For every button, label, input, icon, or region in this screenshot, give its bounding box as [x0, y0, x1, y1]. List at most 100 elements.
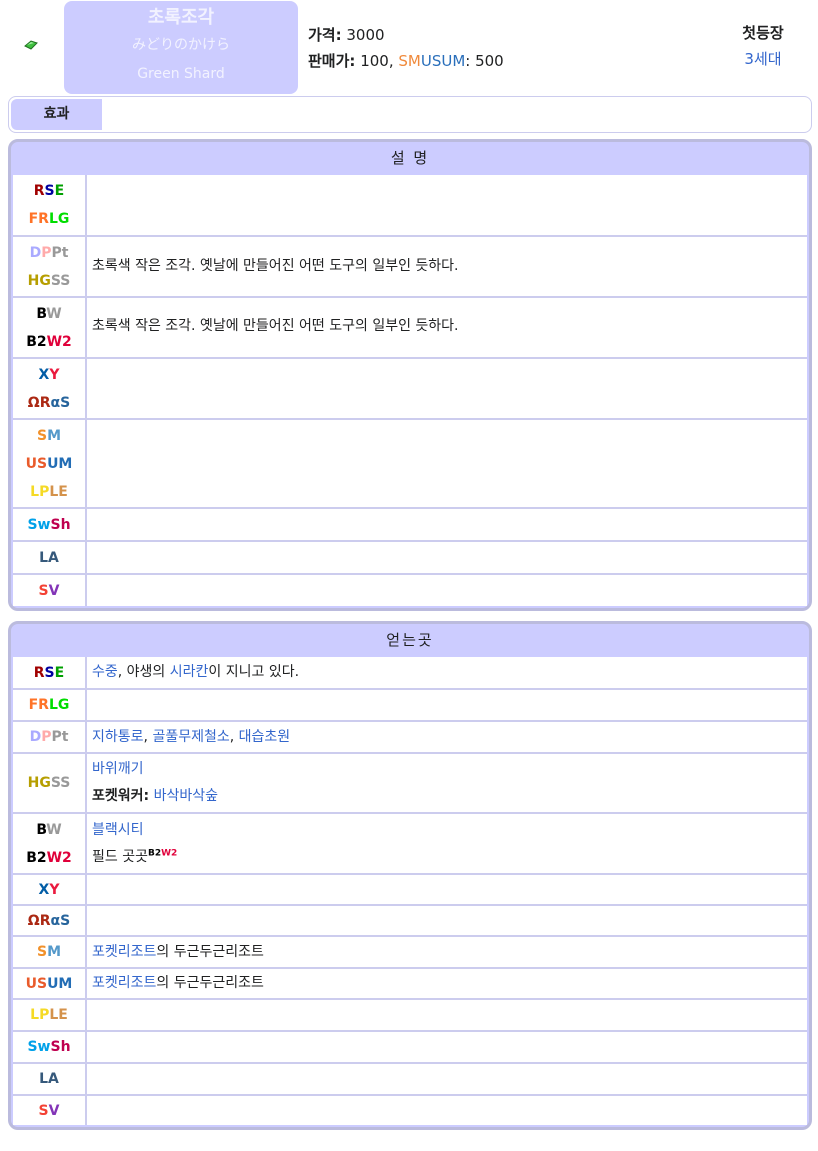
game-label-rse-frlg: RSE FRLG [13, 175, 87, 235]
game-label-oras: ΩRαS [13, 906, 87, 935]
price-line: 가격: 3000 [308, 22, 504, 48]
description-text [87, 359, 807, 418]
location-text [87, 1064, 807, 1094]
description-row-sv: SV [13, 573, 807, 606]
game-label-bw-b2w2: BW B2W2 [13, 814, 87, 873]
sup-b2: B2 [147, 847, 162, 858]
effect-bar: 효과 [8, 96, 812, 133]
location-text: 수중, 야생의 시라칸이 지니고 있다. [92, 664, 300, 680]
location-link-rock-smash[interactable]: 바위깨기 [92, 761, 144, 777]
game-label-usum: USUM [13, 969, 87, 998]
location-row-frlg: FRLG [13, 688, 807, 720]
location-row-bw-b2w2: BW B2W2 블랙시티 필드 곳곳B2W2 [13, 812, 807, 873]
description-panel: 설 명 RSE FRLG DPPt HGSS 초록색 작은 조각. 옛날에 만들… [8, 139, 812, 611]
game-label-lple: LPLE [13, 1000, 87, 1030]
first-appearance: 첫등장 3세대 [720, 20, 806, 72]
game-label-la: LA [13, 1064, 87, 1094]
location-row-la: LA [13, 1062, 807, 1094]
game-label-swsh: SwSh [13, 1032, 87, 1062]
effect-label: 효과 [11, 99, 102, 130]
description-row-dppt-hgss: DPPt HGSS 초록색 작은 조각. 옛날에 만들어진 어떤 도구의 일부인… [13, 235, 807, 296]
description-row-bw-b2w2: BW B2W2 초록색 작은 조각. 옛날에 만들어진 어떤 도구의 일부인 듯… [13, 296, 807, 357]
description-text [87, 420, 807, 507]
sup-w2: W2 [161, 847, 178, 858]
location-link-great-marsh[interactable]: 대습초원 [239, 729, 291, 745]
sell-game-sm: SM [398, 52, 421, 70]
description-row-swsh: SwSh [13, 507, 807, 540]
location-text [87, 875, 807, 904]
sell-game-usum: USUM [420, 52, 466, 70]
game-label-swsh: SwSh [13, 509, 87, 540]
location-row-sv: SV [13, 1094, 807, 1125]
sell-price-line: 판매가: 100, SMUSUM: 500 [308, 48, 504, 74]
location-title: 얻는곳 [386, 631, 434, 649]
game-label-dppt-hgss: DPPt HGSS [13, 237, 87, 296]
location-row-hgss: HGSS 바위깨기 포켓워커: 바삭바삭숲 [13, 752, 807, 812]
game-label-rse: RSE [13, 657, 87, 688]
description-row-rse-frlg: RSE FRLG [13, 175, 807, 235]
sell-price-value: 100, [360, 52, 394, 70]
location-row-swsh: SwSh [13, 1030, 807, 1062]
pokemon-link-relicanth[interactable]: 시라칸 [170, 664, 209, 680]
description-title: 설 명 [390, 149, 430, 167]
description-text: 초록색 작은 조각. 옛날에 만들어진 어떤 도구의 일부인 듯하다. [92, 318, 459, 334]
description-row-xy-oras: XY ΩRαS [13, 357, 807, 418]
location-text: 포켓리조트의 두근두근리조트 [92, 943, 264, 960]
location-row-xy: XY [13, 873, 807, 904]
green-shard-icon [24, 40, 38, 50]
location-row-sm: SM 포켓리조트의 두근두근리조트 [13, 935, 807, 967]
location-rows: RSE 수중, 야생의 시라칸이 지니고 있다. FRLG DPPt 지하통로,… [13, 657, 807, 1125]
game-label-sv: SV [13, 1096, 87, 1125]
location-link-poke-pelago[interactable]: 포켓리조트 [92, 944, 156, 960]
game-label-xy: XY [13, 875, 87, 904]
game-label-frlg: FRLG [13, 690, 87, 720]
location-text [87, 690, 807, 720]
location-link-black-city[interactable]: 블랙시티 [92, 822, 144, 838]
sell-price-label: 판매가: [308, 52, 356, 70]
first-appearance-label: 첫등장 [742, 24, 784, 42]
description-text [87, 175, 807, 235]
game-label-hgss: HGSS [13, 754, 87, 812]
price-value: 3000 [346, 26, 385, 44]
pokewalker-label: 포켓워커: [92, 788, 150, 804]
description-text: 초록색 작은 조각. 옛날에 만들어진 어떤 도구의 일부인 듯하다. [92, 258, 459, 274]
location-panel: 얻는곳 RSE 수중, 야생의 시라칸이 지니고 있다. FRLG DPPt 지… [8, 621, 812, 1130]
game-label-la: LA [13, 542, 87, 573]
location-text: 블랙시티 필드 곳곳B2W2 [92, 821, 178, 865]
location-link-ironworks[interactable]: 골풀무제철소 [152, 729, 229, 745]
game-label-xy-oras: XY ΩRαS [13, 359, 87, 418]
game-label-bw-b2w2: BW B2W2 [13, 298, 87, 357]
location-link-underground[interactable]: 지하통로 [92, 729, 144, 745]
location-text: 지하통로, 골풀무제철소, 대습초원 [92, 728, 291, 745]
location-row-rse: RSE 수중, 야생의 시라칸이 지니고 있다. [13, 657, 807, 688]
location-text [87, 1032, 807, 1062]
item-name-english: Green Shard [137, 66, 225, 82]
price-info: 가격: 3000 판매가: 100, SMUSUM: 500 [308, 22, 504, 74]
location-text [87, 1000, 807, 1030]
item-name-box: 초록조각 みどりのかけら Green Shard [64, 1, 298, 94]
location-row-lple: LPLE [13, 998, 807, 1030]
location-text [87, 906, 807, 935]
item-header: 초록조각 みどりのかけら Green Shard 가격: 3000 판매가: 1… [0, 0, 818, 96]
description-rows: RSE FRLG DPPt HGSS 초록색 작은 조각. 옛날에 만들어진 어… [13, 175, 807, 606]
location-link-rugged-forest[interactable]: 바삭바삭숲 [154, 788, 218, 804]
location-link-poke-pelago[interactable]: 포켓리조트 [92, 975, 156, 991]
game-label-dppt: DPPt [13, 722, 87, 752]
location-link-underwater[interactable]: 수중 [92, 664, 118, 680]
location-text: 바위깨기 포켓워커: 바삭바삭숲 [87, 754, 807, 812]
sell-game-value: : 500 [465, 52, 504, 70]
location-text: 포켓리조트의 두근두근리조트 [92, 975, 264, 991]
location-text [87, 1096, 807, 1125]
generation-link[interactable]: 3세대 [720, 46, 806, 72]
description-text [87, 509, 807, 540]
game-label-sv: SV [13, 575, 87, 606]
game-label-sm: SM [13, 937, 87, 967]
description-text [87, 575, 807, 606]
location-row-oras: ΩRαS [13, 904, 807, 935]
game-label-sm-usum-lple: SM USUM LPLE [13, 420, 87, 507]
price-label: 가격: [308, 26, 342, 44]
description-row-la: LA [13, 540, 807, 573]
location-row-usum: USUM 포켓리조트의 두근두근리조트 [13, 967, 807, 998]
description-row-sm-usum-lple: SM USUM LPLE [13, 418, 807, 507]
location-row-dppt: DPPt 지하통로, 골풀무제철소, 대습초원 [13, 720, 807, 752]
